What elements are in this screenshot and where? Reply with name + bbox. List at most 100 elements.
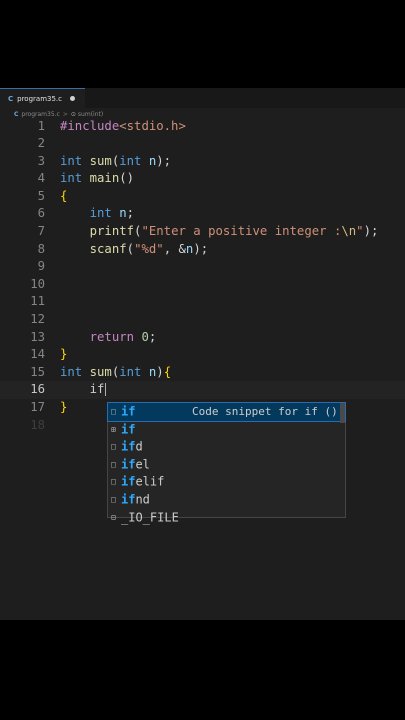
code-line[interactable]: 3 int sum(int n); [0,153,405,171]
code-token: ( [126,241,135,256]
tab-label: program35.c [17,94,63,103]
code-line[interactable]: 16 if [0,381,405,399]
suggestion-item[interactable]: ⊟ _IO_FILE [108,509,345,527]
line-number: 14 [30,347,45,362]
line-source: return 0; [60,329,157,347]
suggestion-match: if [121,421,136,436]
text-cursor [105,383,107,397]
suggestion-match: if [121,457,136,472]
code-line[interactable]: 4 int main() [0,170,405,188]
suggestion-item[interactable]: ⊞ if [108,421,345,439]
code-token: if [89,382,105,397]
code-token: printf [89,224,135,239]
code-token: ; [148,329,157,344]
code-token: { [60,188,68,203]
tab-bar: C program35.c [0,88,405,108]
suggestion-match: if [121,474,136,489]
code-token: { [163,364,172,379]
suggestion-item[interactable]: □ ifnd [108,491,345,509]
code-token: int [119,364,142,379]
snippet-icon: □ [111,494,116,504]
snippet-icon: □ [111,459,116,469]
line-number: 3 [37,153,45,168]
line-number: 2 [37,136,45,151]
line-source: int sum(int n){ [60,364,171,382]
line-source: #include<stdio.h> [60,118,186,136]
code-editor[interactable]: C program35.c C program35.c > ⊙ sum(int)… [0,88,405,620]
line-number: 9 [37,259,45,274]
line-source: int n; [60,205,134,223]
code-line[interactable]: 10 [0,276,405,294]
code-line[interactable]: 6 int n; [0,205,405,223]
suggestion-widget[interactable]: □ if Code snippet for if () ⊞ if □ ifd □ ifel □ if… [107,402,346,524]
code-token: "%d" [134,241,164,256]
suggestion-label: el [135,457,150,472]
code-token: <stdio.h> [119,118,186,133]
code-token: n [119,206,127,221]
code-area[interactable]: 1 #include<stdio.h> 2 3 int sum(int n); 4 int … [0,118,405,435]
suggestion-label: nd [135,492,150,507]
code-line[interactable]: 7 printf("Enter a positive integer :\n")… [0,223,405,241]
line-source: scanf("%d", &n); [60,241,209,259]
editor-tab-program35[interactable]: C program35.c [0,88,86,108]
code-line[interactable]: 8 scanf("%d", &n); [0,241,405,259]
suggestion-label: d [135,439,143,454]
code-line[interactable]: 12 [0,311,405,329]
line-number: 5 [37,188,45,203]
code-token: int [89,206,112,221]
line-source: int main() [60,170,134,188]
code-line[interactable]: 1 #include<stdio.h> [0,118,405,136]
unsaved-dot-icon[interactable] [70,96,76,101]
line-number: 13 [30,329,45,344]
suggestion-match: if [121,492,136,507]
suggestion-item[interactable]: □ ifd [108,438,345,456]
suggestion-detail: Code snippet for if () [192,405,338,418]
code-token: ; [126,206,135,221]
line-number: 7 [37,224,45,239]
code-token: ) [156,364,164,379]
suggestion-label: elif [135,474,165,489]
snippet-icon: □ [111,442,116,452]
code-line[interactable]: 2 [0,135,405,153]
struct-icon: ⊟ [111,512,116,522]
line-source: { [60,188,67,206]
code-token: int [60,364,83,379]
code-line[interactable]: 11 [0,293,405,311]
suggestion-item[interactable]: □ ifelif [108,473,345,491]
line-source: } [60,346,67,364]
suggestion-item[interactable]: □ ifel [108,456,345,474]
code-token: int [60,153,83,168]
line-number: 6 [37,206,45,221]
code-line[interactable]: 14} [0,346,405,364]
code-line[interactable]: 15 int sum(int n){ [0,364,405,382]
suggestion-match: if [121,439,136,454]
code-token: #include [60,118,120,133]
line-number: 10 [30,276,45,291]
suggestion-scrollbar[interactable] [340,403,345,423]
code-token: ); [156,153,172,168]
code-line[interactable]: 9 [0,258,405,276]
line-number: 12 [30,312,45,327]
code-token: ); [193,241,209,256]
snippet-icon: □ [111,407,116,416]
code-token: scanf [89,241,127,256]
line-number: 17 [30,400,45,414]
suggestion-label: _IO_FILE [121,509,179,524]
code-token: 0 [141,329,149,344]
suggestion-item[interactable]: □ if Code snippet for if () [107,402,346,422]
line-source: } [60,399,67,417]
code-token: ); [363,224,379,239]
line-source: printf("Enter a positive integer :\n"); [60,223,379,241]
code-line[interactable]: 5{ [0,188,405,206]
code-token: main [89,171,120,186]
code-line[interactable]: 13 return 0; [0,329,405,347]
